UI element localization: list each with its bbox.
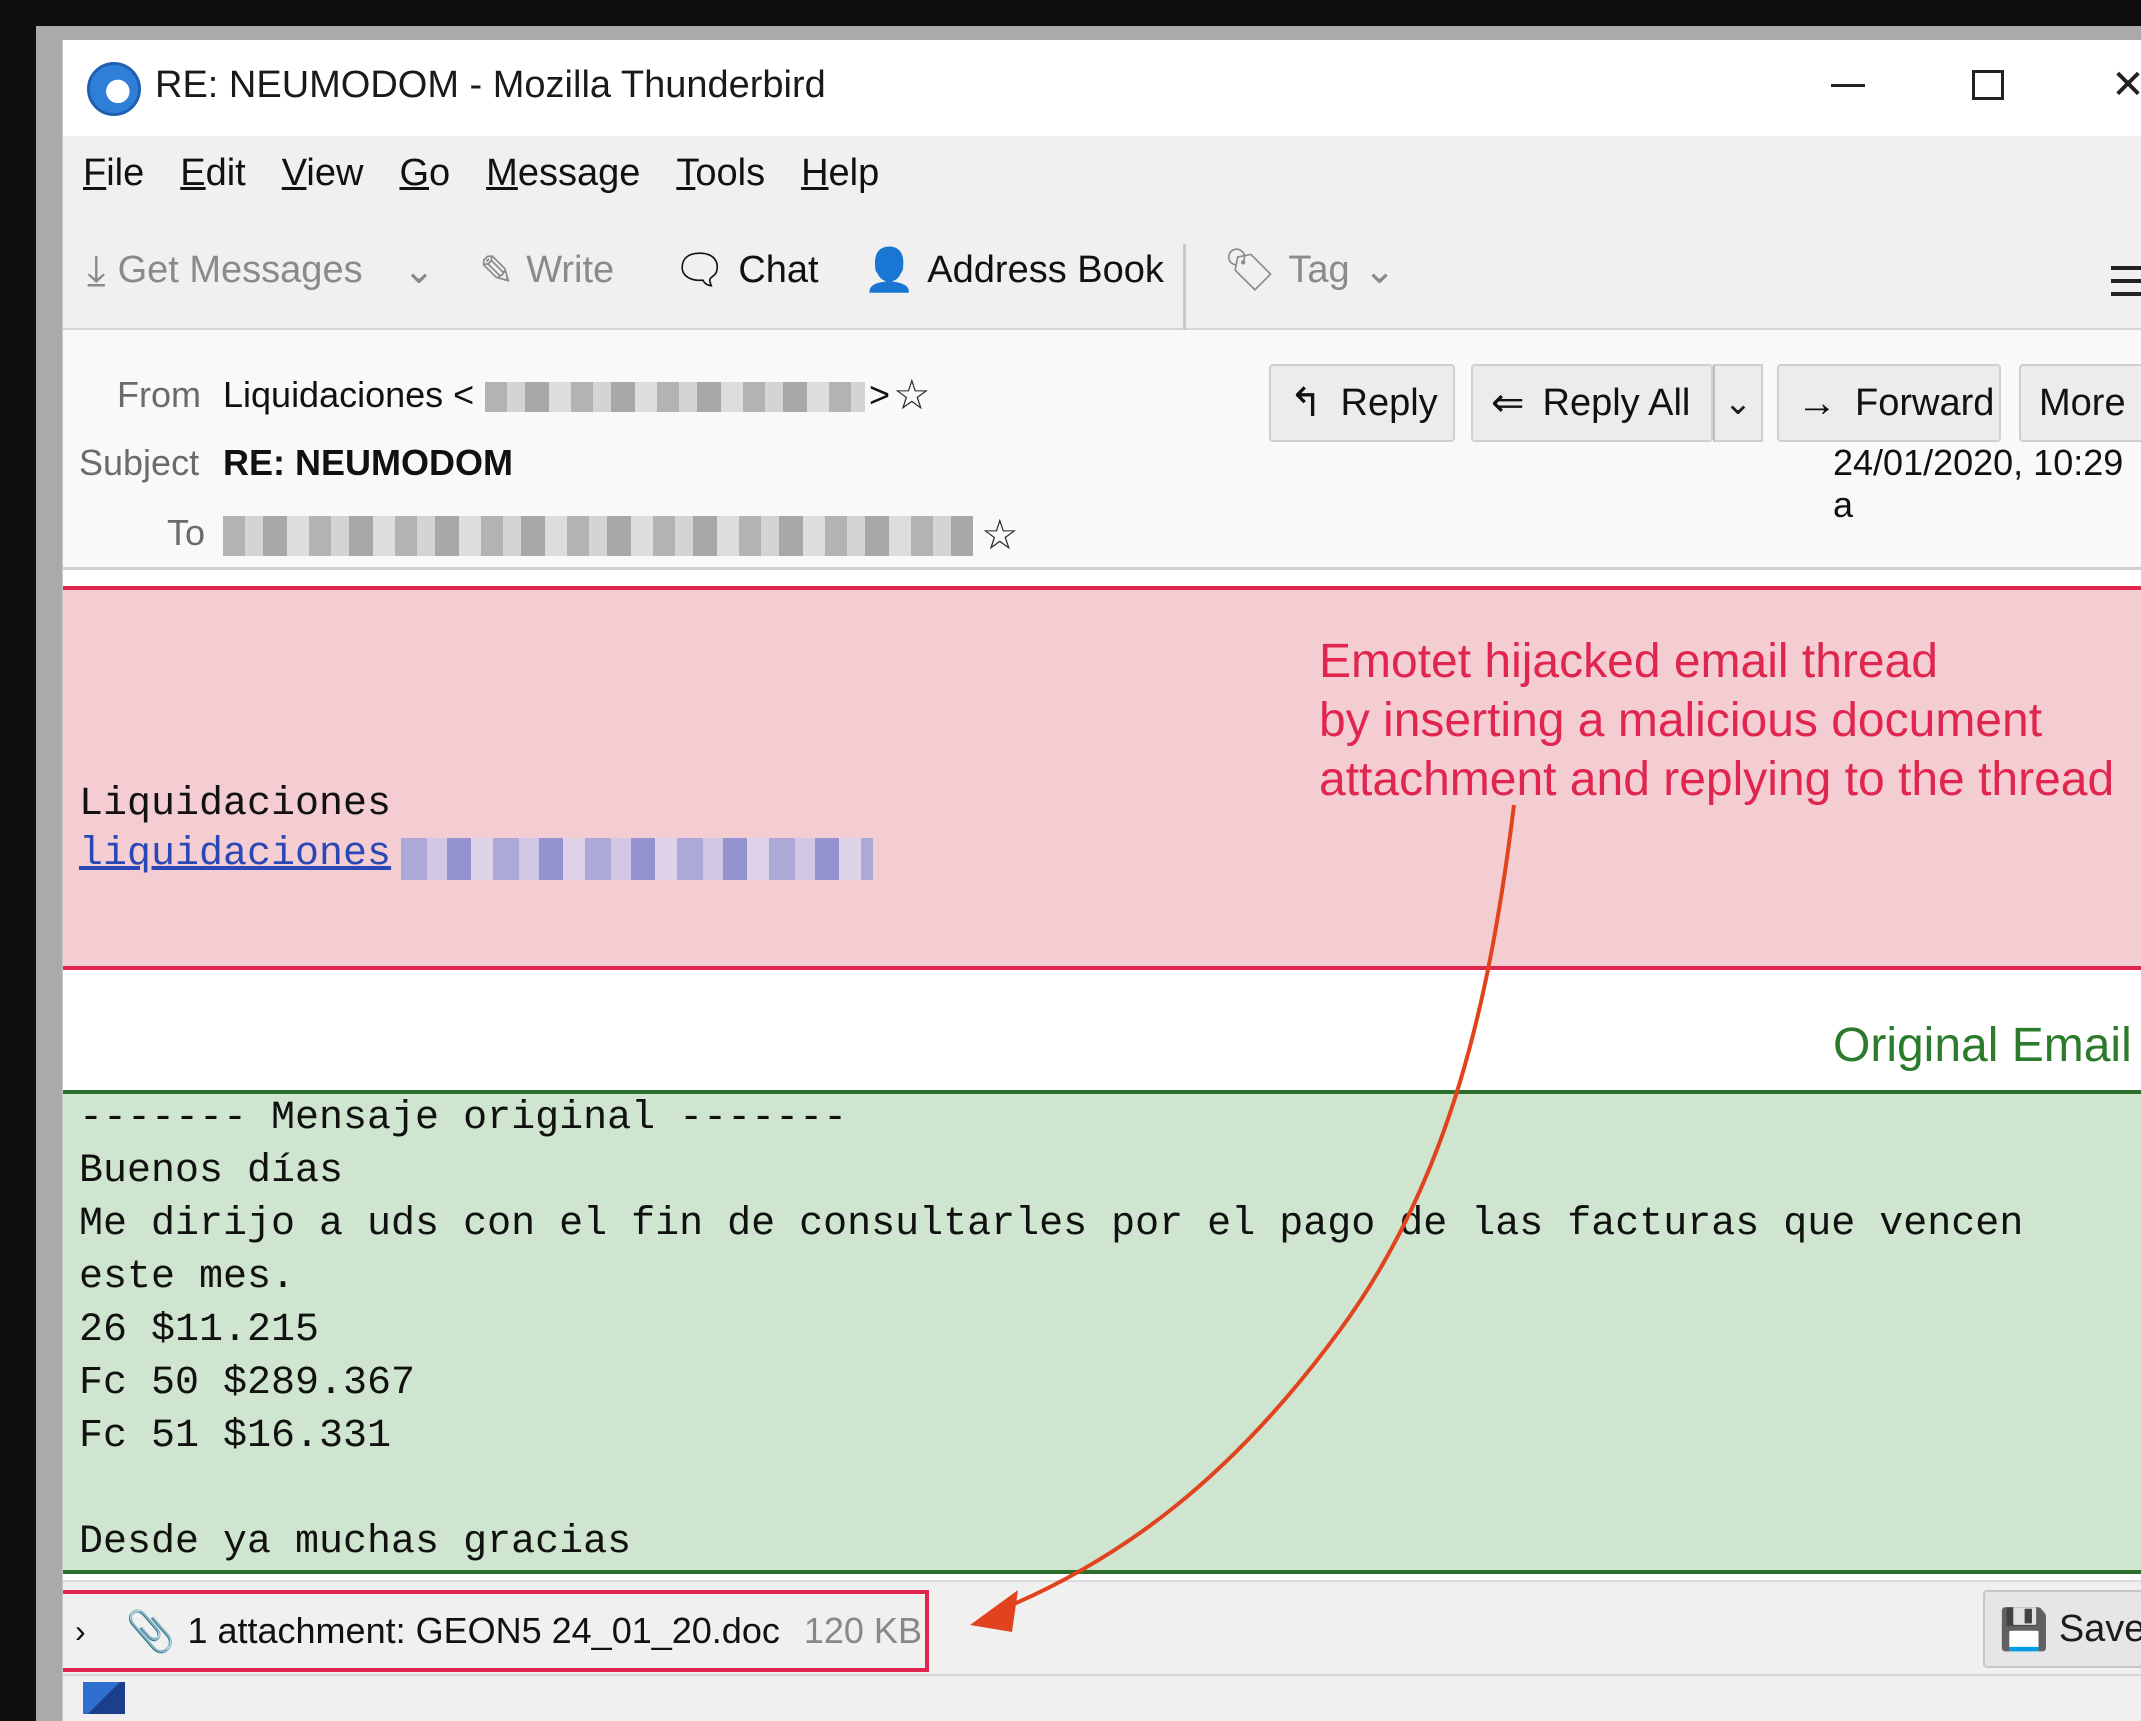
forward-arrow-icon: →	[1797, 380, 1837, 425]
reply-all-label: Reply All	[1542, 381, 1691, 424]
chevron-down-icon: ⌄	[1723, 384, 1753, 422]
attachment-name: 1 attachment: GEON5 24_01_20.doc	[187, 1610, 780, 1651]
original-line: Desde ya muchas gracias	[79, 1520, 632, 1565]
address-book-button[interactable]: 👤 Address Book	[863, 240, 1164, 300]
menu-edit[interactable]: Edit	[180, 152, 246, 195]
floppy-disk-icon: 💾	[1999, 1607, 2049, 1652]
thunderbird-icon	[87, 62, 141, 116]
toolbar-separator	[1183, 244, 1186, 330]
chevron-right-icon: ›	[75, 1612, 86, 1649]
reply-button[interactable]: ↰ Reply	[1269, 364, 1455, 442]
pencil-icon: ✎	[479, 246, 515, 294]
menu-tools[interactable]: Tools	[676, 152, 765, 195]
write-button[interactable]: ✎ Write	[479, 240, 614, 300]
tag-label: Tag	[1288, 248, 1350, 291]
forward-button[interactable]: → Forward	[1777, 364, 2001, 442]
address-book-label: Address Book	[927, 248, 1164, 291]
original-line: ------- Mensaje original -------	[79, 1096, 848, 1141]
status-bar	[63, 1674, 2141, 1721]
write-label: Write	[526, 248, 615, 291]
main-toolbar: ⤓ Get Messages ⌄ ✎ Write 🗨 Chat 👤 Addres…	[63, 210, 2141, 330]
to-label: To	[167, 512, 206, 553]
get-messages-button[interactable]: ⤓ Get Messages	[87, 240, 363, 300]
window-title: RE: NEUMODOM - Mozilla Thunderbird	[155, 64, 826, 106]
emotet-annotation: Emotet hijacked email thread by insertin…	[1319, 635, 2115, 806]
signature-email-link[interactable]: liquidaciones	[79, 832, 391, 877]
from-close-bracket: >	[869, 374, 891, 415]
menu-bar: File Edit View Go Message Tools Help	[63, 136, 2141, 210]
redacted-email	[485, 382, 865, 412]
menu-message[interactable]: Message	[486, 152, 640, 195]
reply-all-dropdown[interactable]: ⌄	[1713, 364, 1763, 442]
more-button[interactable]: More	[2019, 364, 2141, 442]
attachment-toggle[interactable]: › 📎 1 attachment: GEON5 24_01_20.doc 120…	[63, 1590, 929, 1672]
app-menu-button[interactable]	[2111, 266, 2141, 306]
star-icon[interactable]: ☆	[893, 370, 931, 419]
get-messages-label: Get Messages	[117, 248, 363, 291]
download-icon: ⤓	[87, 245, 106, 293]
person-icon: 👤	[863, 245, 916, 293]
close-icon: ✕	[2111, 62, 2141, 108]
reply-label: Reply	[1340, 381, 1438, 424]
signature-name: Liquidaciones	[79, 782, 392, 827]
menu-view[interactable]: View	[282, 152, 364, 195]
forward-label: Forward	[1855, 381, 1995, 424]
menu-file[interactable]: File	[83, 152, 144, 195]
minimize-button[interactable]	[1803, 50, 1893, 120]
maximize-button[interactable]	[1943, 50, 2033, 120]
attachment-bar: › 📎 1 attachment: GEON5 24_01_20.doc 120…	[63, 1580, 2141, 1674]
chevron-down-icon: ⌄	[1363, 249, 1396, 292]
chat-bubble-icon: 🗨	[673, 245, 727, 293]
from-label: From	[117, 374, 201, 415]
get-messages-dropdown[interactable]: ⌄	[403, 240, 435, 300]
message-header: From Liquidaciones < > ☆ Subject RE: NEU…	[63, 330, 2141, 570]
chat-button[interactable]: 🗨 Chat	[673, 240, 819, 300]
save-label: Save	[2058, 1607, 2141, 1650]
title-bar: RE: NEUMODOM - Mozilla Thunderbird ✕	[63, 40, 2141, 136]
hamburger-icon	[2111, 266, 2141, 270]
original-email-annotation: Original Email	[1833, 1019, 2132, 1072]
thunderbird-window: RE: NEUMODOM - Mozilla Thunderbird ✕ Fil…	[62, 40, 2141, 1721]
original-line: Fc 51 $16.331	[79, 1414, 392, 1459]
original-line: Buenos días	[79, 1149, 344, 1194]
redacted-domain	[401, 838, 873, 880]
attachment-size: 120 KB	[803, 1610, 922, 1651]
original-email-highlight: ------- Mensaje original ------- Buenos …	[63, 1090, 2141, 1574]
save-attachment-button[interactable]: 💾 Save	[1983, 1590, 2141, 1668]
reply-arrow-icon: ↰	[1289, 381, 1323, 425]
original-line: este mes.	[79, 1255, 296, 1300]
reply-all-button[interactable]: ⇐ Reply All	[1471, 364, 1713, 442]
reply-all-arrow-icon: ⇐	[1491, 381, 1525, 425]
from-name[interactable]: Liquidaciones <	[223, 374, 474, 416]
chevron-down-icon: ⌄	[403, 249, 435, 292]
paperclip-icon: 📎	[125, 1609, 176, 1654]
close-button[interactable]: ✕	[2083, 50, 2141, 120]
original-line: 26 $11.215	[79, 1308, 320, 1353]
chat-label: Chat	[738, 248, 819, 291]
tag-icon: 🏷	[1223, 245, 1277, 293]
tag-button[interactable]: 🏷 Tag ⌄	[1223, 240, 1395, 300]
subject-label: Subject	[79, 442, 200, 483]
redacted-recipient	[223, 516, 973, 556]
maximize-icon	[1972, 70, 2004, 100]
original-line: Fc 50 $289.367	[79, 1361, 416, 1406]
menu-help[interactable]: Help	[801, 152, 879, 195]
subject-value: RE: NEUMODOM	[223, 442, 513, 483]
minimize-icon	[1831, 83, 1865, 87]
menu-go[interactable]: Go	[399, 152, 450, 195]
online-status-icon	[83, 1682, 125, 1714]
more-label: More	[2039, 381, 2126, 424]
original-line: Me dirijo a uds con el fin de consultarl…	[79, 1202, 2024, 1247]
message-date: 24/01/2020, 10:29 a	[1833, 442, 2124, 525]
star-icon[interactable]: ☆	[981, 510, 1019, 559]
